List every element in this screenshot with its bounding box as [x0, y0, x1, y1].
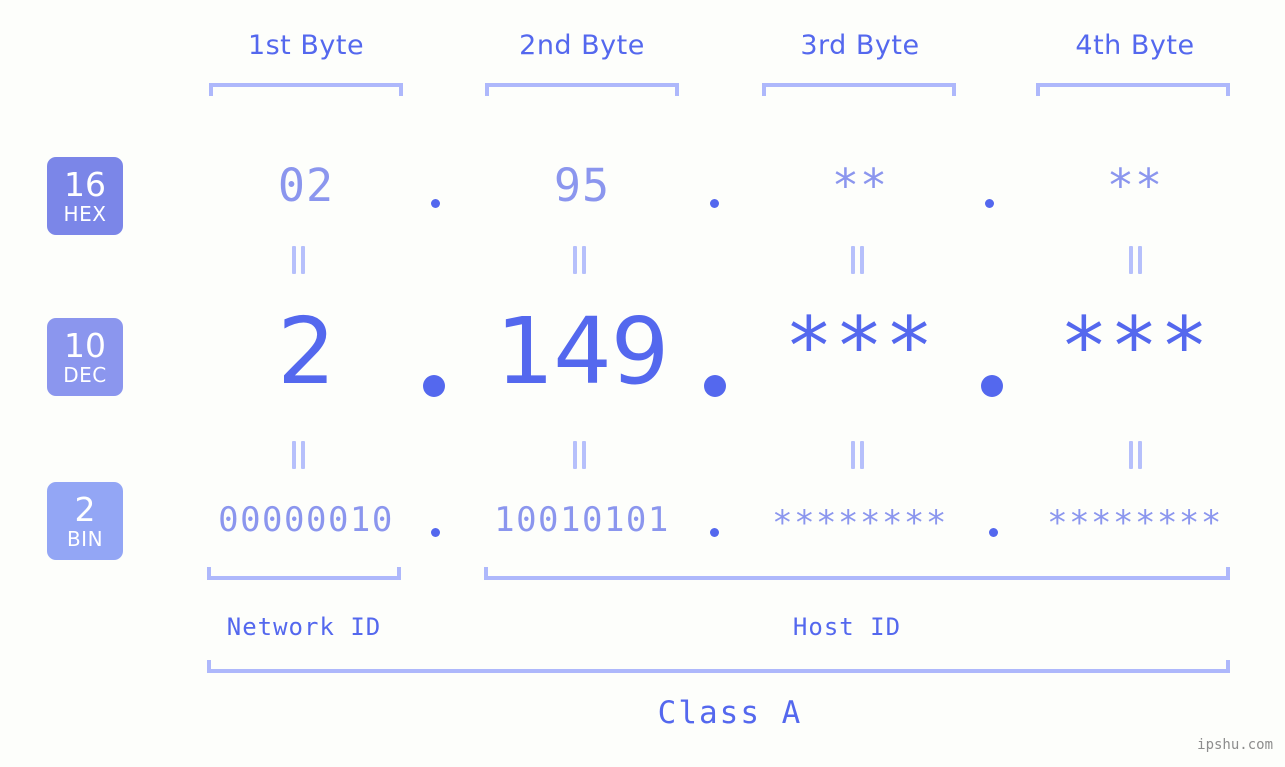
dec-byte-1: 2 [277, 298, 336, 405]
hex-separator-1 [431, 199, 440, 208]
base-badge-dec-name: DEC [63, 363, 107, 387]
bin-separator-3 [989, 528, 998, 537]
host-id-label: Host ID [792, 613, 902, 641]
base-badge-hex-number: 16 [64, 165, 106, 204]
equality-mark-hex-dec-2 [573, 246, 587, 274]
bin-byte-3: ******** [772, 503, 948, 543]
byte-bracket-4 [1036, 83, 1230, 96]
equality-mark-dec-bin-2 [573, 441, 587, 469]
hex-byte-1: 02 [277, 159, 335, 212]
equality-mark-hex-dec-3 [851, 246, 865, 274]
equality-mark-dec-bin-1 [292, 441, 306, 469]
base-badge-hex: 16 HEX [47, 157, 123, 235]
bin-byte-1: 00000010 [218, 500, 394, 540]
byte-bracket-3 [762, 83, 956, 96]
dec-separator-1 [423, 375, 445, 397]
bin-separator-1 [431, 528, 440, 537]
equality-mark-hex-dec-4 [1129, 246, 1143, 274]
dec-byte-3: *** [784, 300, 936, 393]
dec-separator-2 [704, 375, 726, 397]
network-id-bracket [207, 567, 401, 580]
hex-separator-2 [710, 199, 719, 208]
network-id-label: Network ID [226, 613, 382, 641]
bin-byte-4: ******** [1047, 503, 1223, 543]
dec-byte-4: *** [1059, 300, 1211, 393]
hex-byte-4: ** [1106, 159, 1164, 212]
bin-separator-2 [710, 528, 719, 537]
equality-mark-dec-bin-4 [1129, 441, 1143, 469]
ip-byte-diagram: 1st Byte 2nd Byte 3rd Byte 4th Byte 16 H… [0, 0, 1285, 767]
hex-byte-2: 95 [553, 159, 611, 212]
byte-header-3: 3rd Byte [800, 30, 920, 61]
class-bracket [207, 660, 1230, 673]
byte-bracket-1 [209, 83, 403, 96]
class-label: Class A [657, 695, 803, 731]
base-badge-hex-name: HEX [63, 202, 107, 226]
base-badge-bin: 2 BIN [47, 482, 123, 560]
byte-header-2: 2nd Byte [519, 30, 645, 61]
byte-header-4: 4th Byte [1075, 30, 1195, 61]
site-watermark: ipshu.com [1197, 737, 1273, 753]
equality-mark-hex-dec-1 [292, 246, 306, 274]
hex-separator-3 [985, 199, 994, 208]
dec-byte-2: 149 [495, 298, 670, 405]
base-badge-bin-name: BIN [66, 527, 104, 551]
bin-byte-2: 10010101 [494, 500, 670, 540]
byte-header-1: 1st Byte [247, 30, 365, 61]
base-badge-bin-number: 2 [74, 490, 96, 529]
base-badge-dec: 10 DEC [47, 318, 123, 396]
dec-separator-3 [981, 375, 1003, 397]
hex-byte-3: ** [831, 159, 889, 212]
base-badge-dec-number: 10 [64, 326, 106, 365]
host-id-bracket [484, 567, 1230, 580]
equality-mark-dec-bin-3 [851, 441, 865, 469]
byte-bracket-2 [485, 83, 679, 96]
